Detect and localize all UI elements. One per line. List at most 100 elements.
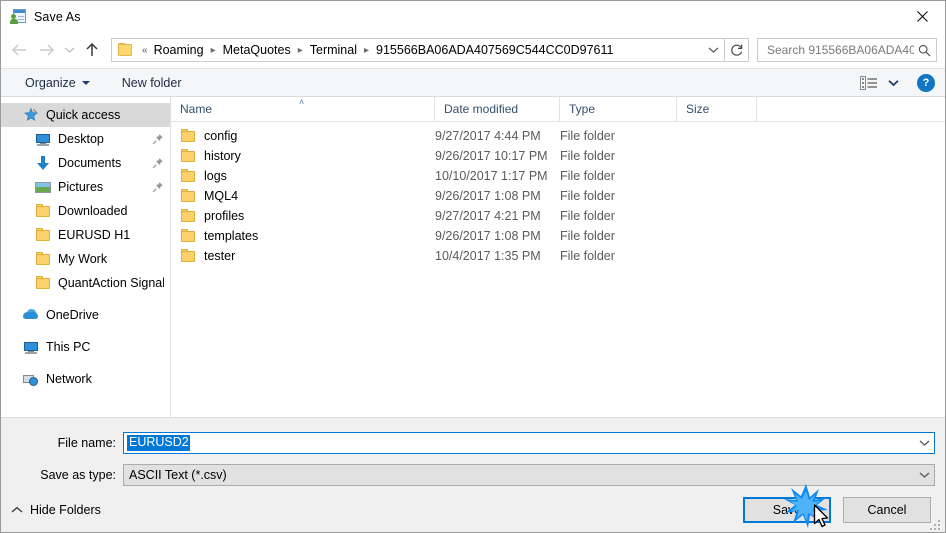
breadcrumb-separator-icon[interactable]: ▸: [205, 45, 222, 56]
table-row[interactable]: history 9/26/2017 10:17 PM File folder: [171, 146, 945, 166]
up-button[interactable]: [79, 37, 105, 63]
folder-icon: [180, 128, 196, 144]
save-as-dialog: Save As « Roaming ▸ MetaQuotes ▸ Termina…: [0, 0, 946, 533]
breadcrumb-separator-icon[interactable]: ▸: [358, 45, 375, 56]
file-name-row: File name: EURUSD2: [1, 430, 945, 456]
refresh-button[interactable]: [725, 38, 749, 62]
cancel-button[interactable]: Cancel: [843, 497, 931, 523]
save-as-type-value: ASCII Text (*.csv): [129, 468, 227, 482]
save-as-type-select[interactable]: ASCII Text (*.csv): [123, 464, 935, 486]
save-button[interactable]: Save: [743, 497, 831, 523]
view-options-button[interactable]: [888, 76, 899, 90]
file-type-cell: File folder: [560, 229, 615, 243]
breadcrumb-overflow[interactable]: «: [137, 45, 153, 56]
hide-folders-label: Hide Folders: [30, 503, 101, 517]
picture-icon: [35, 179, 51, 195]
column-header-size[interactable]: Size: [677, 97, 757, 121]
breadcrumb[interactable]: « Roaming ▸ MetaQuotes ▸ Terminal ▸ 9155…: [111, 38, 725, 62]
recent-locations-button[interactable]: [59, 37, 79, 63]
pin-icon[interactable]: [152, 181, 164, 193]
back-arrow-icon: [12, 44, 26, 56]
sidebar-item-downloaded[interactable]: Downloaded: [1, 199, 170, 223]
resize-grip-icon[interactable]: [930, 518, 942, 530]
table-row[interactable]: templates 9/26/2017 1:08 PM File folder: [171, 226, 945, 246]
sidebar-item-label: This PC: [46, 340, 91, 354]
sidebar-item-label: Pictures: [58, 180, 104, 194]
folder-icon: [35, 275, 51, 291]
download-arrow-icon: [35, 155, 51, 171]
breadcrumb-item-terminal-id[interactable]: 915566BA06ADA407569C544CC0D97611: [375, 43, 614, 57]
breadcrumb-item-roaming[interactable]: Roaming: [153, 43, 205, 57]
column-header-type[interactable]: Type: [560, 97, 677, 121]
forward-button[interactable]: [33, 37, 59, 63]
button-bar: Hide Folders Save Cancel: [1, 488, 945, 532]
table-row[interactable]: tester 10/4/2017 1:35 PM File folder: [171, 246, 945, 266]
organize-button[interactable]: Organize: [17, 72, 98, 94]
table-row[interactable]: config 9/27/2017 4:44 PM File folder: [171, 126, 945, 146]
file-type-cell: File folder: [560, 209, 615, 223]
breadcrumb-item-terminal[interactable]: Terminal: [309, 43, 358, 57]
file-name-text: config: [204, 129, 238, 143]
cloud-icon: [23, 307, 39, 323]
pin-icon[interactable]: [152, 133, 164, 145]
table-row[interactable]: profiles 9/27/2017 4:21 PM File folder: [171, 206, 945, 226]
file-name-text: logs: [204, 169, 227, 183]
sidebar-item-my-work[interactable]: My Work: [1, 247, 170, 271]
file-date-cell: 10/4/2017 1:35 PM: [435, 249, 541, 263]
file-name-text: templates: [204, 229, 259, 243]
file-name-text: history: [204, 149, 241, 163]
column-header-date-modified[interactable]: Date modified: [435, 97, 560, 121]
hide-folders-toggle[interactable]: Hide Folders: [11, 503, 101, 517]
new-folder-label: New folder: [121, 75, 182, 90]
column-header-name[interactable]: Name ˄: [171, 97, 435, 121]
file-name-input[interactable]: EURUSD2: [123, 432, 935, 454]
back-button[interactable]: [7, 37, 33, 63]
chevron-up-icon: [11, 506, 23, 513]
folder-icon: [118, 43, 134, 57]
folder-icon: [35, 227, 51, 243]
pin-icon[interactable]: [152, 157, 164, 169]
sidebar-item-eurusd-h1[interactable]: EURUSD H1: [1, 223, 170, 247]
file-name-cell: templates: [171, 228, 435, 244]
sidebar-item-onedrive[interactable]: OneDrive: [1, 303, 170, 327]
save-as-type-dropdown-button[interactable]: [914, 465, 934, 485]
folder-icon: [180, 148, 196, 164]
file-type-cell: File folder: [560, 149, 615, 163]
list-view-icon[interactable]: [860, 75, 878, 90]
chevron-down-icon: [708, 47, 718, 53]
new-folder-button[interactable]: New folder: [114, 72, 190, 94]
sidebar-item-label: Quick access: [46, 108, 121, 122]
sidebar-item-pictures[interactable]: Pictures: [1, 175, 170, 199]
breadcrumb-dropdown-button[interactable]: [702, 39, 724, 61]
table-row[interactable]: MQL4 9/26/2017 1:08 PM File folder: [171, 186, 945, 206]
folder-icon: [180, 168, 196, 184]
close-button[interactable]: [899, 1, 945, 31]
star-pin-icon: [23, 107, 39, 123]
file-name-cell: logs: [171, 168, 435, 184]
file-name-cell: config: [171, 128, 435, 144]
breadcrumb-separator-icon[interactable]: ▸: [292, 45, 309, 56]
search-box[interactable]: [757, 38, 937, 62]
save-as-icon: [10, 8, 26, 25]
sidebar-item-network[interactable]: Network: [1, 367, 170, 391]
monitor-icon: [23, 339, 39, 355]
help-button[interactable]: ?: [917, 73, 935, 92]
sidebar-item-documents[interactable]: Documents: [1, 151, 170, 175]
refresh-icon: [730, 44, 742, 56]
folder-icon: [180, 188, 196, 204]
sidebar-item-desktop[interactable]: Desktop: [1, 127, 170, 151]
sidebar-item-quick-access[interactable]: Quick access: [1, 103, 170, 127]
table-row[interactable]: logs 10/10/2017 1:17 PM File folder: [171, 166, 945, 186]
file-name-dropdown-button[interactable]: [914, 433, 934, 453]
sidebar-item-label: OneDrive: [46, 308, 99, 322]
file-rows: config 9/27/2017 4:44 PM File folder histor…: [171, 122, 945, 417]
sidebar-item-quantaction-signal[interactable]: QuantAction Signal: [1, 271, 170, 295]
breadcrumb-item-metaquotes[interactable]: MetaQuotes: [222, 43, 292, 57]
close-icon: [916, 10, 928, 22]
search-input[interactable]: [765, 42, 916, 58]
folder-icon: [180, 208, 196, 224]
sidebar-item-this-pc[interactable]: This PC: [1, 335, 170, 359]
file-name-cell: history: [171, 148, 435, 164]
file-date-cell: 9/26/2017 1:08 PM: [435, 189, 541, 203]
